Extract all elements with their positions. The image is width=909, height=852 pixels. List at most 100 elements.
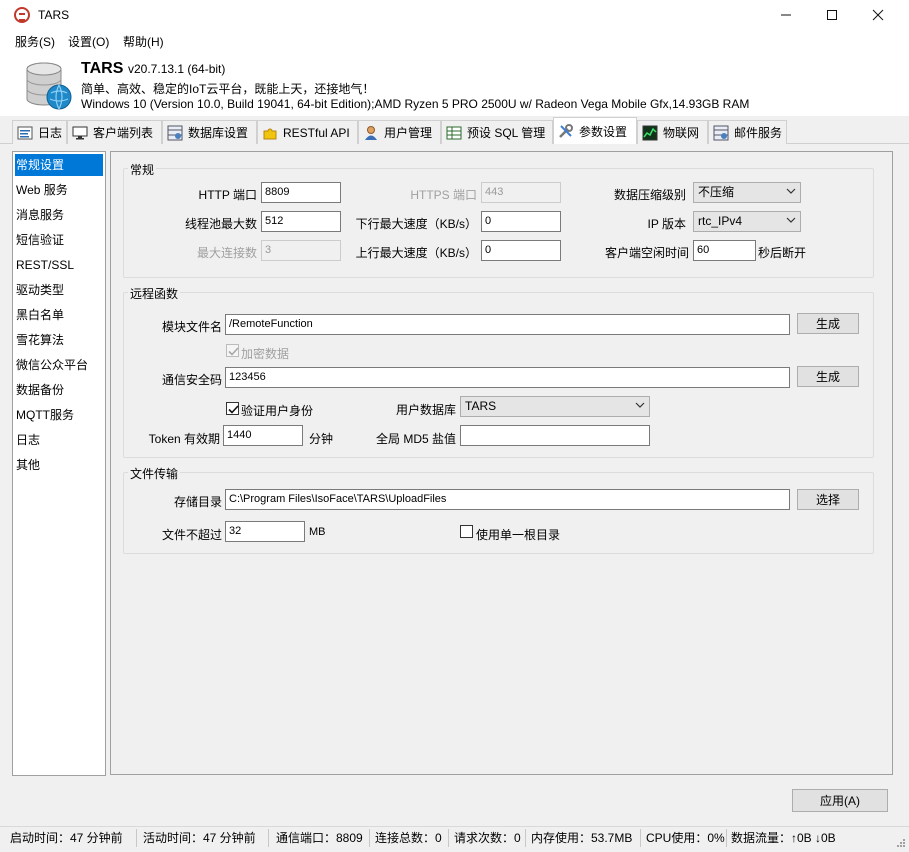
nav-general[interactable]: 常规设置 xyxy=(15,154,103,176)
tab-preset-sql[interactable]: 预设 SQL 管理 xyxy=(441,120,553,144)
monitor-icon xyxy=(72,125,88,141)
user-database-select[interactable]: TARS xyxy=(460,396,650,417)
puzzle-icon xyxy=(262,125,278,141)
status-start-time: 启动时间：47 分钟前 xyxy=(10,831,123,845)
file-limit-input[interactable]: 32 xyxy=(225,521,305,542)
tab-preset-sql-label: 预设 SQL 管理 xyxy=(467,126,546,140)
user-icon xyxy=(363,125,379,141)
module-file-input[interactable]: /RemoteFunction xyxy=(225,314,790,335)
nav-rest-ssl[interactable]: REST/SSL xyxy=(15,254,103,276)
log-icon xyxy=(17,125,33,141)
status-cpu: CPU使用：0% xyxy=(646,831,725,845)
down-speed-input[interactable]: 0 xyxy=(481,211,561,232)
http-port-label: HTTP 端口 xyxy=(198,188,257,202)
up-speed-label: 上行最大速度（KB/s） xyxy=(355,246,477,260)
app-icon xyxy=(14,7,30,23)
nav-data-backup[interactable]: 数据备份 xyxy=(15,379,103,401)
tab-parameter-settings-label: 参数设置 xyxy=(579,124,628,139)
maximize-icon xyxy=(827,10,837,20)
menu-service[interactable]: 服务(S) xyxy=(15,33,55,50)
tab-mail-service-label: 邮件服务 xyxy=(734,126,783,140)
app-name: TARS xyxy=(81,60,124,77)
encrypt-data-checkbox[interactable] xyxy=(226,344,239,357)
menu-settings[interactable]: 设置(O) xyxy=(68,33,109,50)
generate-secure-code-button[interactable]: 生成 xyxy=(797,366,859,387)
choose-dir-button[interactable]: 选择 xyxy=(797,489,859,510)
status-active-time: 活动时间：47 分钟前 xyxy=(143,831,256,845)
status-separator xyxy=(525,829,526,847)
tab-user-management[interactable]: 用户管理 xyxy=(358,120,441,144)
ip-version-select[interactable]: rtc_IPv4 xyxy=(693,211,801,232)
compression-label: 数据压缩级别 xyxy=(613,188,686,202)
tab-log[interactable]: 日志 xyxy=(12,120,67,144)
resize-grip-icon[interactable] xyxy=(895,837,907,849)
tab-clients[interactable]: 客户端列表 xyxy=(67,120,162,144)
verify-user-checkbox[interactable] xyxy=(226,402,239,415)
tab-clients-label: 客户端列表 xyxy=(93,126,154,140)
single-root-dir-checkbox[interactable] xyxy=(460,525,473,538)
settings-nav: 常规设置 Web 服务 消息服务 短信验证 REST/SSL 驱动类型 黑白名单… xyxy=(12,151,106,776)
checkmark-icon xyxy=(228,405,239,414)
nav-blacklist-whitelist[interactable]: 黑白名单 xyxy=(15,304,103,326)
nav-snowflake[interactable]: 雪花算法 xyxy=(15,329,103,351)
chevron-down-icon xyxy=(786,188,796,194)
ip-version-label: IP 版本 xyxy=(647,217,686,231)
secure-code-input[interactable]: 123456 xyxy=(225,367,790,388)
thread-pool-input[interactable]: 512 xyxy=(261,211,341,232)
checkmark-icon xyxy=(228,347,239,356)
tab-restful-api[interactable]: RESTful API xyxy=(257,120,358,144)
tab-iot-label: 物联网 xyxy=(663,126,700,140)
file-limit-unit: MB xyxy=(309,526,326,538)
idle-timeout-input[interactable]: 60 xyxy=(693,240,756,261)
status-separator xyxy=(268,829,269,847)
tab-mail-service[interactable]: 邮件服务 xyxy=(708,120,787,144)
nav-message-service[interactable]: 消息服务 xyxy=(15,204,103,226)
table-icon xyxy=(446,125,462,141)
token-expiry-input[interactable]: 1440 xyxy=(223,425,303,446)
compression-select[interactable]: 不压缩 xyxy=(693,182,801,203)
module-file-label: 模块文件名 xyxy=(161,320,222,334)
chart-icon xyxy=(642,125,658,141)
max-connections-input[interactable]: 3 xyxy=(261,240,341,261)
tab-parameter-settings[interactable]: 参数设置 xyxy=(553,117,637,144)
menu-help[interactable]: 帮助(H) xyxy=(123,33,164,50)
nav-sms-verification[interactable]: 短信验证 xyxy=(15,229,103,251)
chevron-down-icon xyxy=(635,402,645,408)
up-speed-input[interactable]: 0 xyxy=(481,240,561,261)
nav-wechat[interactable]: 微信公众平台 xyxy=(15,354,103,376)
status-port: 通信端口：8809 xyxy=(276,831,363,845)
md5-salt-input[interactable] xyxy=(460,425,650,446)
database-icon xyxy=(26,62,72,110)
window-title: TARS xyxy=(38,8,70,22)
system-info: Windows 10 (Version 10.0, Build 19041, 6… xyxy=(81,97,750,111)
tab-iot[interactable]: 物联网 xyxy=(637,120,708,144)
close-button[interactable] xyxy=(855,0,901,30)
compression-value: 不压缩 xyxy=(698,185,735,199)
nav-other[interactable]: 其他 xyxy=(15,454,103,476)
apply-button[interactable]: 应用(A) xyxy=(792,789,888,812)
secure-code-label: 通信安全码 xyxy=(161,373,222,387)
group-file-transfer-title: 文件传输 xyxy=(128,465,181,482)
nav-log[interactable]: 日志 xyxy=(15,429,103,451)
https-port-input[interactable]: 443 xyxy=(481,182,561,203)
status-separator xyxy=(448,829,449,847)
nav-web-service[interactable]: Web 服务 xyxy=(15,179,103,201)
tab-database-settings[interactable]: 数据库设置 xyxy=(162,120,257,144)
status-traffic: 数据流量：↑0B ↓0B xyxy=(731,831,836,845)
nav-driver-type[interactable]: 驱动类型 xyxy=(15,279,103,301)
status-memory: 内存使用：53.7MB xyxy=(531,831,633,845)
status-requests: 请求次数：0 xyxy=(454,831,521,845)
verify-user-label: 验证用户身份 xyxy=(241,404,314,418)
mail-settings-icon xyxy=(713,125,729,141)
maximize-button[interactable] xyxy=(809,0,855,30)
close-icon xyxy=(872,9,884,21)
nav-mqtt-service[interactable]: MQTT服务 xyxy=(15,404,103,426)
storage-dir-label: 存储目录 xyxy=(173,495,222,509)
generate-module-button[interactable]: 生成 xyxy=(797,313,859,334)
minimize-button[interactable] xyxy=(763,0,809,30)
tab-user-management-label: 用户管理 xyxy=(384,126,433,140)
http-port-input[interactable]: 8809 xyxy=(261,182,341,203)
tab-log-label: 日志 xyxy=(38,126,63,140)
idle-timeout-suffix: 秒后断开 xyxy=(758,246,807,260)
storage-dir-input[interactable]: C:\Program Files\IsoFace\TARS\UploadFile… xyxy=(225,489,790,510)
